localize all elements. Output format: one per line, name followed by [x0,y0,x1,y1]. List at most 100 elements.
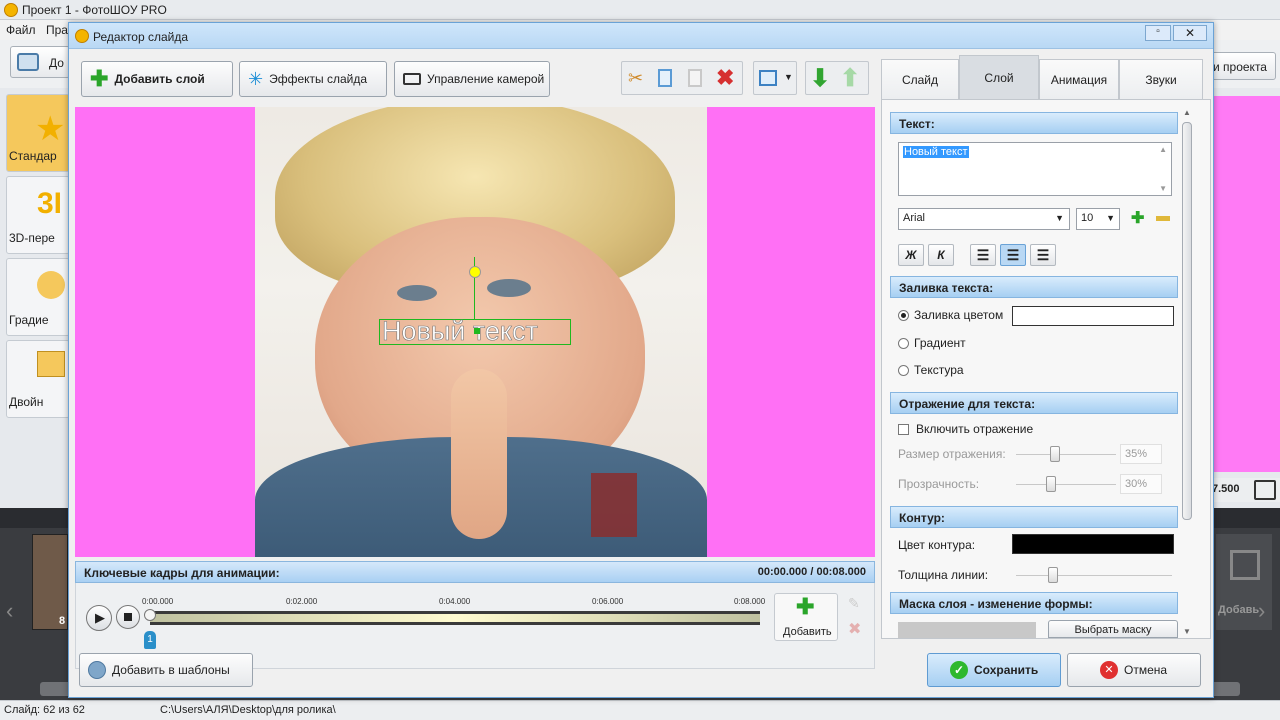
line-width-slider[interactable] [1048,567,1058,583]
fill-texture-radio[interactable] [898,365,909,376]
add-to-templates-label: Добавить в шаблоны [112,663,230,677]
finger-shape [451,369,507,539]
gradient-icon [37,271,65,299]
camera-icon [17,53,39,71]
fill-texture-label: Текстура [914,363,964,377]
copy-icon[interactable] [658,69,672,87]
scroll-down-icon[interactable]: ▼ [1183,627,1191,636]
menu-edit[interactable]: Пра [46,23,68,37]
snowflake-icon: ✳ [248,68,264,89]
fill-color-radio[interactable] [898,310,909,321]
delete-icon[interactable]: ✖ [716,65,734,91]
keyframes-title: Ключевые кадры для анимации: [84,566,280,580]
mask-preview [898,622,1036,638]
transition-gradient-label: Градие [9,313,49,327]
transition-standard[interactable]: ★ Стандар [6,94,70,172]
chevron-down-icon: ▼ [1055,213,1064,223]
slide-thumbnail[interactable]: 8 [32,534,68,630]
transition-3d-label: 3D-пере [9,231,55,245]
preview-area [1212,96,1280,472]
choose-mask-button[interactable]: Выбрать маску [1048,620,1178,638]
fullscreen-icon[interactable] [1254,480,1276,500]
playhead[interactable] [144,609,156,621]
add-to-templates-button[interactable]: Добавить в шаблоны [79,653,253,687]
align-left-icon: ☰ [976,247,990,263]
statusbar: Слайд: 62 из 62 C:\Users\АЛЯ\Desktop\для… [0,700,1280,720]
font-select[interactable]: Arial ▼ [898,208,1070,230]
save-label: Сохранить [974,663,1039,677]
delete-keyframe-icon[interactable]: ✖ [848,619,861,639]
add-keyframe-label: Добавить [783,626,832,638]
reflection-checkbox[interactable] [898,424,909,435]
fill-gradient-radio[interactable] [898,338,909,349]
transition-3d[interactable]: 3I 3D-пере [6,176,70,254]
fill-color-swatch[interactable] [1012,306,1174,326]
transition-double[interactable]: Двойн [6,340,70,418]
property-tabs: Слайд Слой Анимация Звуки [881,55,1211,99]
stop-button[interactable] [116,605,140,629]
play-button[interactable]: ▶ [86,605,112,631]
transparency-track [1016,484,1116,485]
scroll-left-icon[interactable]: ‹ [6,598,13,624]
save-button[interactable]: ✓ Сохранить [927,653,1061,687]
scrollbar-thumb[interactable] [1182,122,1192,520]
fill-section-header: Заливка текста: [890,276,1178,298]
transparency-slider[interactable] [1046,476,1056,492]
align-right-button[interactable]: ☰ [1030,244,1056,266]
align-left-button[interactable]: ☰ [970,244,996,266]
menu-file[interactable]: Файл [6,23,36,37]
properties-scrollbar[interactable]: ▲ ▼ [1180,108,1194,636]
rotate-handle[interactable] [469,266,481,278]
reflection-size-slider[interactable] [1050,446,1060,462]
scroll-up-icon[interactable]: ▲ [1183,108,1191,117]
keyframe-track[interactable] [150,611,760,625]
cancel-button[interactable]: ✕ Отмена [1067,653,1201,687]
right-eye-shape [487,279,531,297]
keyframe-marker[interactable]: 1 [144,631,156,649]
text-input[interactable]: Новый текст ▲ ▼ [898,142,1172,196]
tab-layer[interactable]: Слой [959,55,1039,99]
add-keyframe-button[interactable]: ✚ Добавить [774,593,838,641]
camera-control-label: Управление камерой [427,72,545,86]
tab-animation[interactable]: Анимация [1039,59,1119,99]
tick-label: 0:04.000 [439,597,471,606]
scroll-right-icon[interactable]: › [1258,598,1265,624]
move-down-icon[interactable]: ⬇ [810,64,830,93]
add-photos-button[interactable]: До [10,46,70,78]
transparency-input[interactable]: 30% [1120,474,1162,494]
italic-button[interactable]: К [928,244,954,266]
add-layer-button[interactable]: ✚ Добавить слой [81,61,233,97]
transition-gradient[interactable]: Градие [6,258,70,336]
bold-button[interactable]: Ж [898,244,924,266]
layer-properties-panel: Текст: Новый текст ▲ ▼ Arial ▼ 10 ▼ ✚ Ж … [881,99,1211,639]
slide-effects-button[interactable]: ✳ Эффекты слайда [239,61,387,97]
outline-color-swatch[interactable] [1012,534,1174,554]
text-layer-box[interactable]: Новый текст [379,316,571,346]
tab-slide[interactable]: Слайд [881,59,959,99]
tab-sounds[interactable]: Звуки [1119,59,1203,99]
text-scroll-up-icon[interactable]: ▲ [1159,145,1167,154]
paste-icon[interactable] [688,69,702,87]
close-button[interactable]: ✕ [1173,25,1207,41]
project-settings-label: и проекта [1213,60,1267,74]
project-settings-button[interactable]: и проекта [1210,52,1276,80]
edit-keyframe-icon[interactable]: ✎ [848,595,860,612]
slide-editor-dialog: Редактор слайда ▫ ✕ ✚ Добавить слой ✳ Эф… [68,22,1214,698]
font-size-select[interactable]: 10 ▼ [1076,208,1120,230]
cancel-label: Отмена [1124,663,1168,677]
decrease-size-icon[interactable] [1156,216,1170,221]
maximize-button[interactable]: ▫ [1145,25,1171,41]
reflection-size-input[interactable]: 35% [1120,444,1162,464]
slide-canvas[interactable]: Новый текст [75,107,875,557]
text-scroll-down-icon[interactable]: ▼ [1159,184,1167,193]
center-handle[interactable] [474,328,480,334]
camera-control-button[interactable]: Управление камерой [394,61,550,97]
cut-icon[interactable]: ✂ [628,68,643,89]
keyframes-time: 00:00.000 / 00:08.000 [757,566,866,578]
status-slide-count: Слайд: 62 из 62 [4,704,85,716]
align-center-button[interactable]: ☰ [1000,244,1026,266]
reflection-size-label: Размер отражения: [898,447,1006,461]
move-up-icon[interactable]: ⬆ [840,64,860,93]
increase-size-icon[interactable]: ✚ [1131,208,1144,228]
zoom-fit-dropdown[interactable]: ▼ [753,61,797,95]
